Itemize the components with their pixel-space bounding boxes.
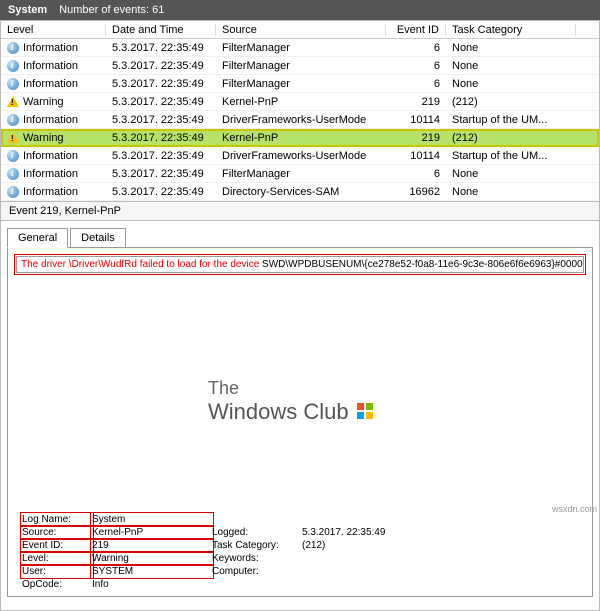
prop-logged-label: Logged: bbox=[212, 527, 302, 538]
warning-icon bbox=[7, 132, 19, 143]
prop-eventid-label: Event ID: bbox=[22, 540, 92, 551]
message-rest: SWD\WPDBUSENUM\{ce278e52-f0a8-11e6-9c3e-… bbox=[262, 259, 584, 270]
prop-logname-label: Log Name: bbox=[22, 514, 92, 525]
prop-computer-value bbox=[302, 566, 462, 577]
info-icon bbox=[7, 114, 19, 126]
message-highlight: The driver \Driver\WudfRd failed to load… bbox=[21, 259, 262, 270]
detail-pane: General Details The driver \Driver\WudfR… bbox=[0, 221, 600, 611]
tab-general[interactable]: General bbox=[7, 228, 68, 248]
prop-keywords-value bbox=[302, 553, 462, 564]
table-row[interactable]: Warning5.3.2017. 22:35:49Kernel-PnP219(2… bbox=[1, 93, 599, 111]
info-icon bbox=[7, 60, 19, 72]
info-icon bbox=[7, 150, 19, 162]
prop-source-label: Source: bbox=[22, 527, 92, 538]
prop-taskcat-label: Task Category: bbox=[212, 540, 302, 551]
prop-source-value: Kernel-PnP bbox=[92, 527, 212, 538]
info-icon bbox=[7, 168, 19, 180]
event-grid: Level Date and Time Source Event ID Task… bbox=[0, 20, 600, 202]
col-date[interactable]: Date and Time bbox=[106, 24, 216, 36]
event-properties: Log Name: System Source: Kernel-PnP Logg… bbox=[14, 508, 586, 596]
col-level[interactable]: Level bbox=[1, 24, 106, 36]
table-row[interactable]: Information5.3.2017. 22:35:49DriverFrame… bbox=[1, 111, 599, 129]
prop-level-label: Level: bbox=[22, 553, 92, 564]
tabs: General Details bbox=[1, 221, 599, 247]
table-row[interactable]: Information5.3.2017. 22:35:49FilterManag… bbox=[1, 39, 599, 57]
table-row[interactable]: Information5.3.2017. 22:35:49DriverFrame… bbox=[1, 147, 599, 165]
tab-body: The driver \Driver\WudfRd failed to load… bbox=[7, 247, 593, 597]
event-message: The driver \Driver\WudfRd failed to load… bbox=[16, 256, 584, 273]
table-row[interactable]: Information5.3.2017. 22:35:49FilterManag… bbox=[1, 165, 599, 183]
col-eventid[interactable]: Event ID bbox=[386, 24, 446, 36]
tab-details[interactable]: Details bbox=[70, 228, 126, 248]
table-row[interactable]: Information5.3.2017. 22:35:49Directory-S… bbox=[1, 183, 599, 201]
info-icon bbox=[7, 186, 19, 198]
prop-keywords-label: Keywords: bbox=[212, 553, 302, 564]
log-title: System bbox=[8, 4, 47, 16]
prop-logged-value: 5.3.2017. 22:35:49 bbox=[302, 527, 462, 538]
prop-user-label: User: bbox=[22, 566, 92, 577]
prop-taskcat-value: (212) bbox=[302, 540, 462, 551]
col-source[interactable]: Source bbox=[216, 24, 386, 36]
table-row[interactable]: Warning5.3.2017. 22:35:49Kernel-PnP219(2… bbox=[1, 129, 599, 147]
col-category[interactable]: Task Category bbox=[446, 24, 576, 36]
table-row[interactable]: Information5.3.2017. 22:35:49FilterManag… bbox=[1, 75, 599, 93]
prop-user-value: SYSTEM bbox=[92, 566, 212, 577]
source-watermark: wsxdn.com bbox=[552, 504, 597, 514]
prop-eventid-value: 219 bbox=[92, 540, 212, 551]
prop-computer-label: Computer: bbox=[212, 566, 302, 577]
grid-header[interactable]: Level Date and Time Source Event ID Task… bbox=[1, 21, 599, 39]
info-icon bbox=[7, 42, 19, 54]
table-row[interactable]: Information5.3.2017. 22:35:49FilterManag… bbox=[1, 57, 599, 75]
detail-header: Event 219, Kernel-PnP bbox=[0, 202, 600, 221]
prop-logname-value: System bbox=[92, 514, 212, 525]
warning-icon bbox=[7, 96, 19, 107]
event-count: Number of events: 61 bbox=[59, 4, 164, 16]
info-icon bbox=[7, 78, 19, 90]
prop-level-value: Warning bbox=[92, 553, 212, 564]
windows-logo-icon bbox=[357, 403, 375, 421]
title-bar: System Number of events: 61 bbox=[0, 0, 600, 20]
watermark: The Windows Club bbox=[208, 378, 375, 425]
